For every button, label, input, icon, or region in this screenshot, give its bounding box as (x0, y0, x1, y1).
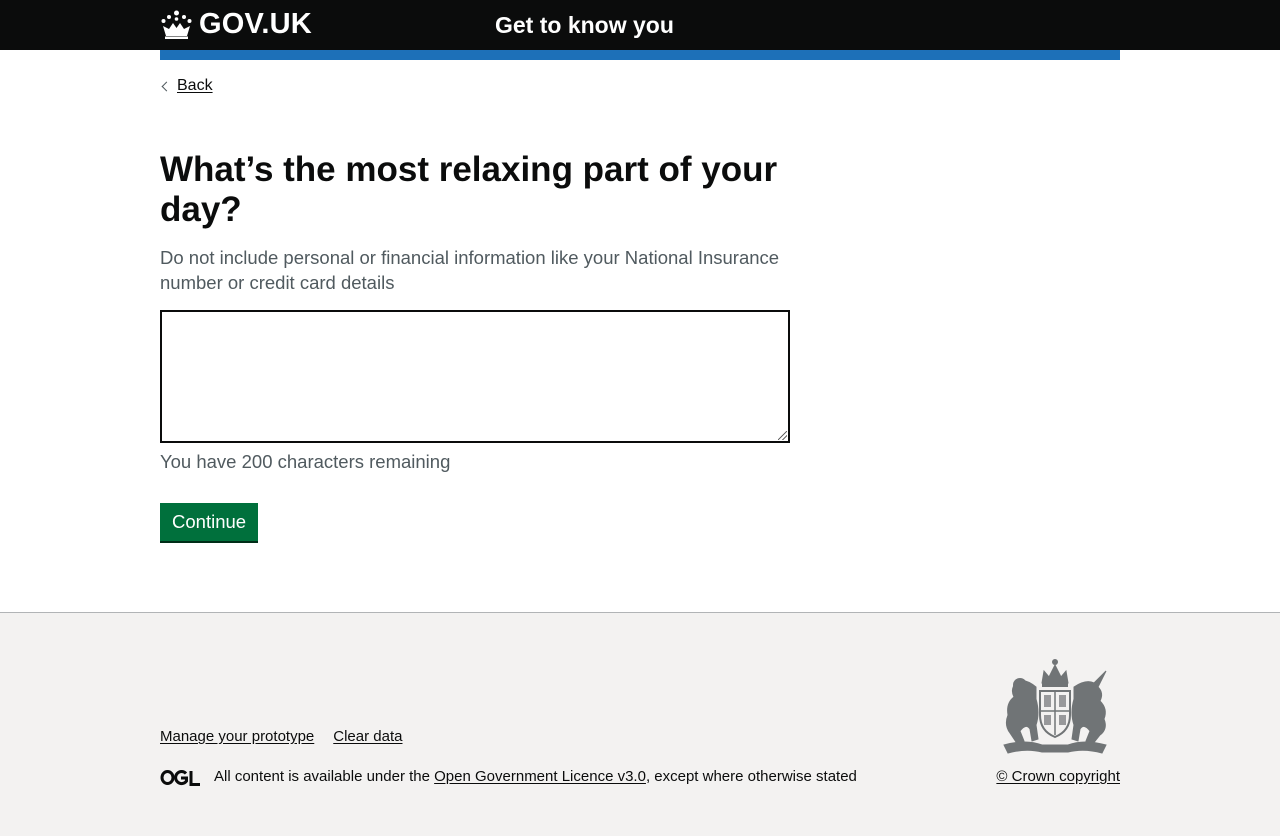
licence-statement: All content is available under the Open … (160, 767, 857, 787)
govuk-logo-link[interactable]: GOV.UK (160, 6, 312, 42)
answer-textarea[interactable] (160, 310, 790, 443)
crown-copyright-link[interactable]: © Crown copyright (996, 767, 1120, 787)
clear-data-link[interactable]: Clear data (333, 727, 402, 747)
chevron-left-icon (161, 81, 172, 91)
site-header: GOV.UK Get to know you (0, 0, 1280, 50)
site-footer: Manage your prototype Clear data All con… (0, 612, 1280, 836)
page-title: What’s the most relaxing part of your da… (160, 150, 778, 229)
service-name-link[interactable]: Get to know you (495, 10, 674, 40)
licence-prefix: All content is available under the (214, 768, 435, 785)
ogl-logo-icon (160, 769, 200, 786)
logo-text: GOV.UK (199, 8, 312, 40)
ogl-licence-link[interactable]: Open Government Licence v3.0 (434, 767, 646, 787)
header-container: GOV.UK Get to know you (160, 0, 1120, 50)
brand-bar (160, 50, 1120, 60)
crown-icon (161, 10, 192, 39)
footer-links: Manage your prototype Clear data (160, 727, 402, 747)
back-link-label: Back (177, 77, 213, 94)
footer-container: Manage your prototype Clear data All con… (160, 613, 1120, 836)
manage-prototype-link[interactable]: Manage your prototype (160, 727, 314, 747)
hint-text: Do not include personal or financial inf… (160, 247, 780, 293)
back-link[interactable]: Back (160, 76, 213, 96)
continue-button[interactable]: Continue (160, 503, 259, 541)
royal-coat-of-arms-icon (1003, 659, 1107, 754)
character-count-message: You have 200 characters remaining (160, 451, 451, 472)
licence-suffix: , except where otherwise stated (645, 768, 857, 785)
resize-handle[interactable] (778, 431, 787, 440)
